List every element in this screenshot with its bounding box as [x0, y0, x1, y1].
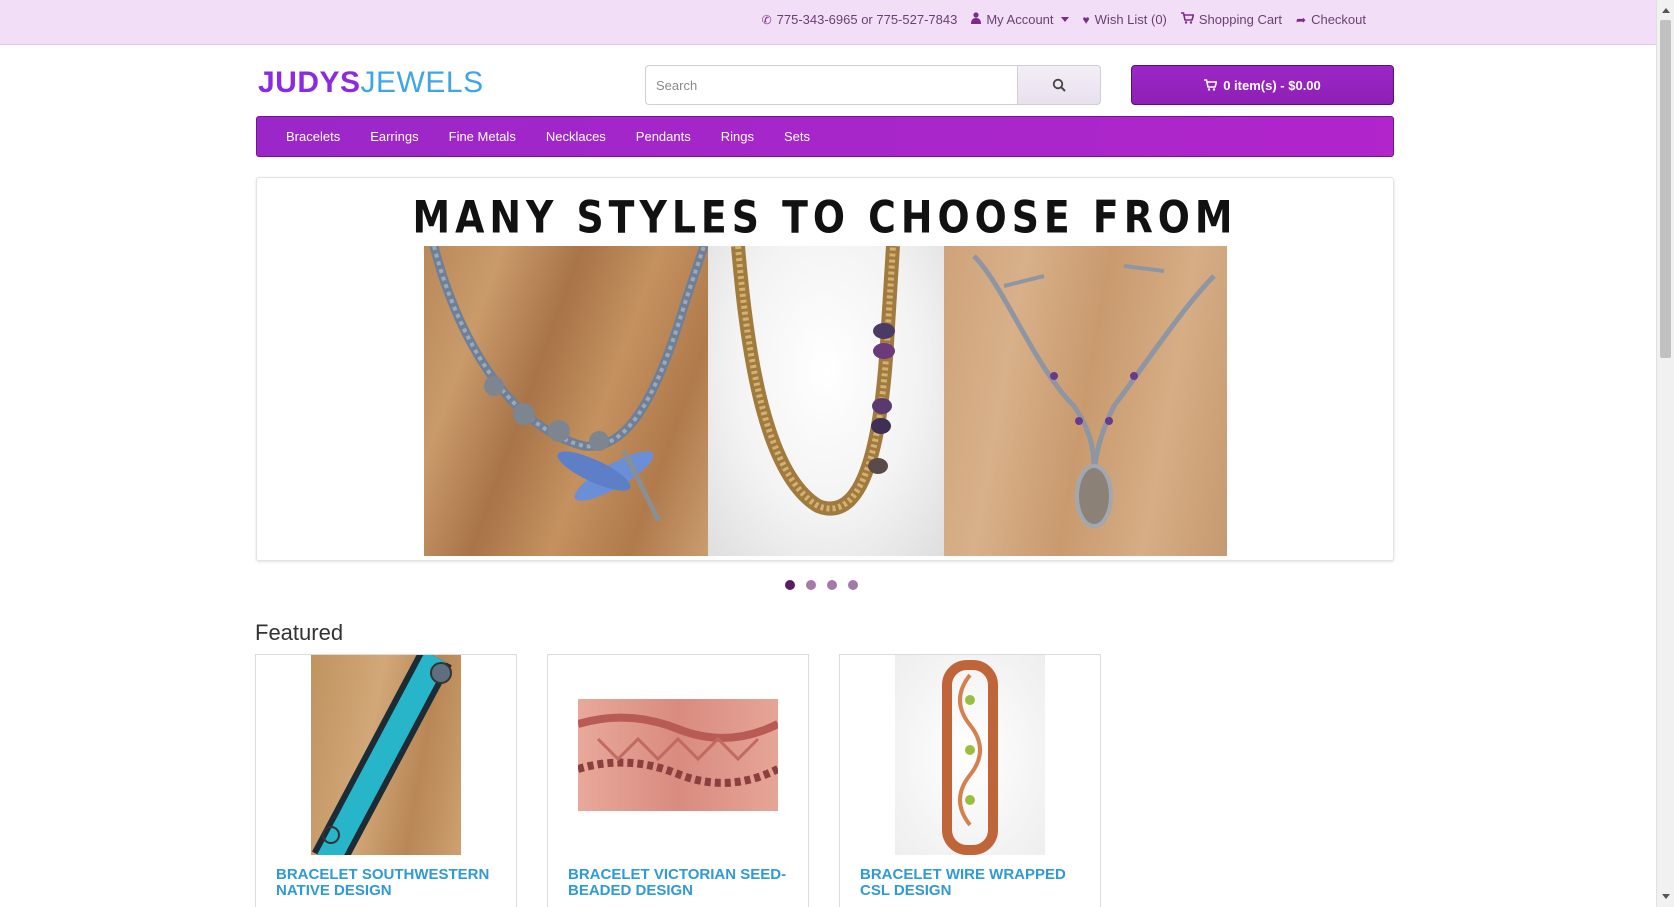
page-scrollbar[interactable]: [1656, 0, 1674, 907]
featured-heading: Featured: [255, 620, 344, 645]
necklace-photo-beaded: [708, 246, 944, 556]
nav-item-necklaces[interactable]: Necklaces: [546, 129, 606, 144]
my-account-text: My Account: [986, 12, 1054, 27]
search-input[interactable]: [645, 65, 1017, 105]
share-arrow-icon: ➦: [1296, 12, 1307, 27]
nav-item-pendants[interactable]: Pendants: [636, 129, 691, 144]
product-image[interactable]: [311, 648, 461, 869]
wish-list-link[interactable]: ♥ Wish List (0): [1083, 12, 1167, 27]
necklace-photo-wire: [944, 246, 1227, 556]
product-name[interactable]: BRACELET SOUTHWESTERN NATIVE DESIGN: [276, 867, 501, 899]
shopping-cart-text: Shopping Cart: [1198, 12, 1283, 27]
slide-dot-3[interactable]: [827, 580, 837, 590]
top-bar: ✆ 775-343-6965 or 775-527-7843 My Accoun…: [0, 0, 1656, 45]
slideshow-pagination: [785, 580, 858, 590]
chevron-down-icon: [1060, 17, 1069, 22]
product-name[interactable]: BRACELET VICTORIAN SEED-BEADED DESIGN: [568, 867, 793, 899]
product-image[interactable]: [895, 655, 1045, 855]
nav-item-sets[interactable]: Sets: [784, 129, 810, 144]
product-card[interactable]: BRACELET VICTORIAN SEED-BEADED DESIGN: [547, 654, 809, 907]
scroll-down-arrow-icon[interactable]: [1662, 894, 1670, 899]
search-bar: [645, 65, 1101, 105]
slide-dot-4[interactable]: [848, 580, 858, 590]
product-name[interactable]: BRACELET WIRE WRAPPED CSL DESIGN: [860, 867, 1085, 899]
phone-icon: ✆: [761, 12, 772, 27]
cart-summary: 0 item(s) - $0.00: [1223, 77, 1321, 93]
user-icon: [971, 12, 982, 27]
slide-dot-1[interactable]: [785, 580, 795, 590]
wish-list-text: Wish List (0): [1094, 12, 1167, 27]
nav-item-rings[interactable]: Rings: [721, 129, 754, 144]
heart-icon: ♥: [1082, 12, 1090, 27]
top-links: ✆ 775-343-6965 or 775-527-7843 My Accoun…: [762, 12, 1366, 27]
cart-icon: [1204, 79, 1218, 91]
banner-title: MANY STYLES TO CHOOSE FROM: [412, 191, 1238, 244]
nav-item-fine-metals[interactable]: Fine Metals: [449, 129, 516, 144]
slide-dot-2[interactable]: [806, 580, 816, 590]
checkout-link[interactable]: ➦ Checkout: [1296, 12, 1366, 27]
checkout-text: Checkout: [1311, 12, 1366, 27]
product-card[interactable]: BRACELET WIRE WRAPPED CSL DESIGN: [839, 654, 1101, 907]
cart-icon: [1180, 12, 1195, 27]
cart-button[interactable]: 0 item(s) - $0.00: [1131, 65, 1394, 105]
nav-item-bracelets[interactable]: Bracelets: [286, 129, 340, 144]
logo-part-1: JUDYS: [258, 66, 361, 99]
scroll-up-arrow-icon[interactable]: [1662, 8, 1670, 13]
category-nav: Bracelets Earrings Fine Metals Necklaces…: [256, 116, 1394, 157]
product-image[interactable]: [576, 699, 780, 811]
search-button[interactable]: [1017, 65, 1101, 105]
scroll-thumb[interactable]: [1660, 20, 1671, 358]
phone-text: 775-343-6965 or 775-527-7843: [776, 12, 958, 27]
shopping-cart-link[interactable]: Shopping Cart: [1180, 12, 1283, 27]
site-logo[interactable]: JUDYSJEWELS: [258, 66, 484, 100]
search-icon: [1052, 78, 1066, 92]
necklace-photo-dragonfly: [424, 246, 708, 556]
my-account-link[interactable]: My Account: [971, 12, 1069, 27]
logo-part-2: JEWELS: [360, 66, 484, 99]
phone-link[interactable]: ✆ 775-343-6965 or 775-527-7843: [762, 12, 958, 27]
nav-item-earrings[interactable]: Earrings: [370, 129, 418, 144]
banner-slideshow[interactable]: MANY STYLES TO CHOOSE FROM: [256, 177, 1394, 561]
product-card[interactable]: BRACELET SOUTHWESTERN NATIVE DESIGN: [255, 648, 517, 907]
